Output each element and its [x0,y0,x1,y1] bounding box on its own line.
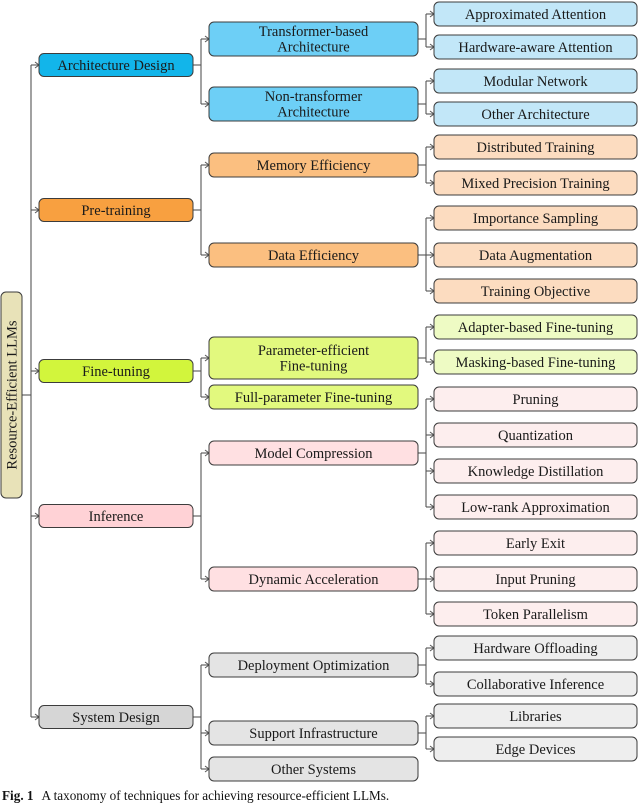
technique-label: Hardware Offloading [473,641,597,657]
category-label: Architecture Design [57,58,175,74]
subcategory-label: Support Infrastructure [249,726,377,742]
technique-label: Modular Network [483,74,588,90]
technique-label: Other Architecture [481,107,589,123]
figure-label: Fig. 1 [2,788,34,803]
technique-label: Early Exit [506,536,565,552]
category-label: Inference [89,509,144,525]
technique-label: Masking-based Fine-tuning [456,355,616,371]
subcategory-label: Non-transformer Architecture [265,89,363,120]
root-label: Resource-Efficient LLMs [4,320,20,469]
figure-caption: Fig. 1 A taxonomy of techniques for achie… [2,788,389,804]
taxonomy-tree: Resource-Efficient LLMs Architecture Desi… [0,1,638,782]
technique-label: Data Augmentation [479,248,593,264]
technique-label: Pruning [513,392,559,408]
subcategory-label: Other Systems [271,762,356,778]
category-label: Fine-tuning [82,364,150,380]
subcategory-label: Memory Efficiency [257,158,371,174]
technique-label: Mixed Precision Training [461,176,609,192]
category-label: Pre-training [81,203,150,219]
subcategory-label: Data Efficiency [268,248,360,264]
technique-label: Training Objective [481,284,590,300]
technique-label: Adapter-based Fine-tuning [458,320,614,336]
technique-label: Low-rank Approximation [461,500,610,516]
technique-label: Quantization [498,428,574,444]
technique-label: Distributed Training [476,140,594,156]
subcategory-label: Model Compression [254,446,373,462]
tree-nodes: Resource-Efficient LLMs Architecture Desi… [0,1,638,782]
technique-label: Edge Devices [495,742,575,758]
technique-label: Hardware-aware Attention [458,40,613,56]
technique-label: Approximated Attention [465,7,607,23]
technique-label: Token Parallelism [483,607,589,623]
technique-label: Knowledge Distillation [468,464,604,480]
category-label: System Design [72,710,160,726]
technique-label: Input Pruning [495,572,575,588]
subcategory-label: Full-parameter Fine-tuning [235,390,392,406]
caption-text: A taxonomy of techniques for achieving r… [41,788,390,803]
technique-label: Importance Sampling [473,211,598,227]
technique-label: Collaborative Inference [467,677,604,693]
subcategory-label: Dynamic Acceleration [248,572,379,588]
technique-label: Libraries [509,709,562,725]
subcategory-label: Deployment Optimization [238,658,391,674]
